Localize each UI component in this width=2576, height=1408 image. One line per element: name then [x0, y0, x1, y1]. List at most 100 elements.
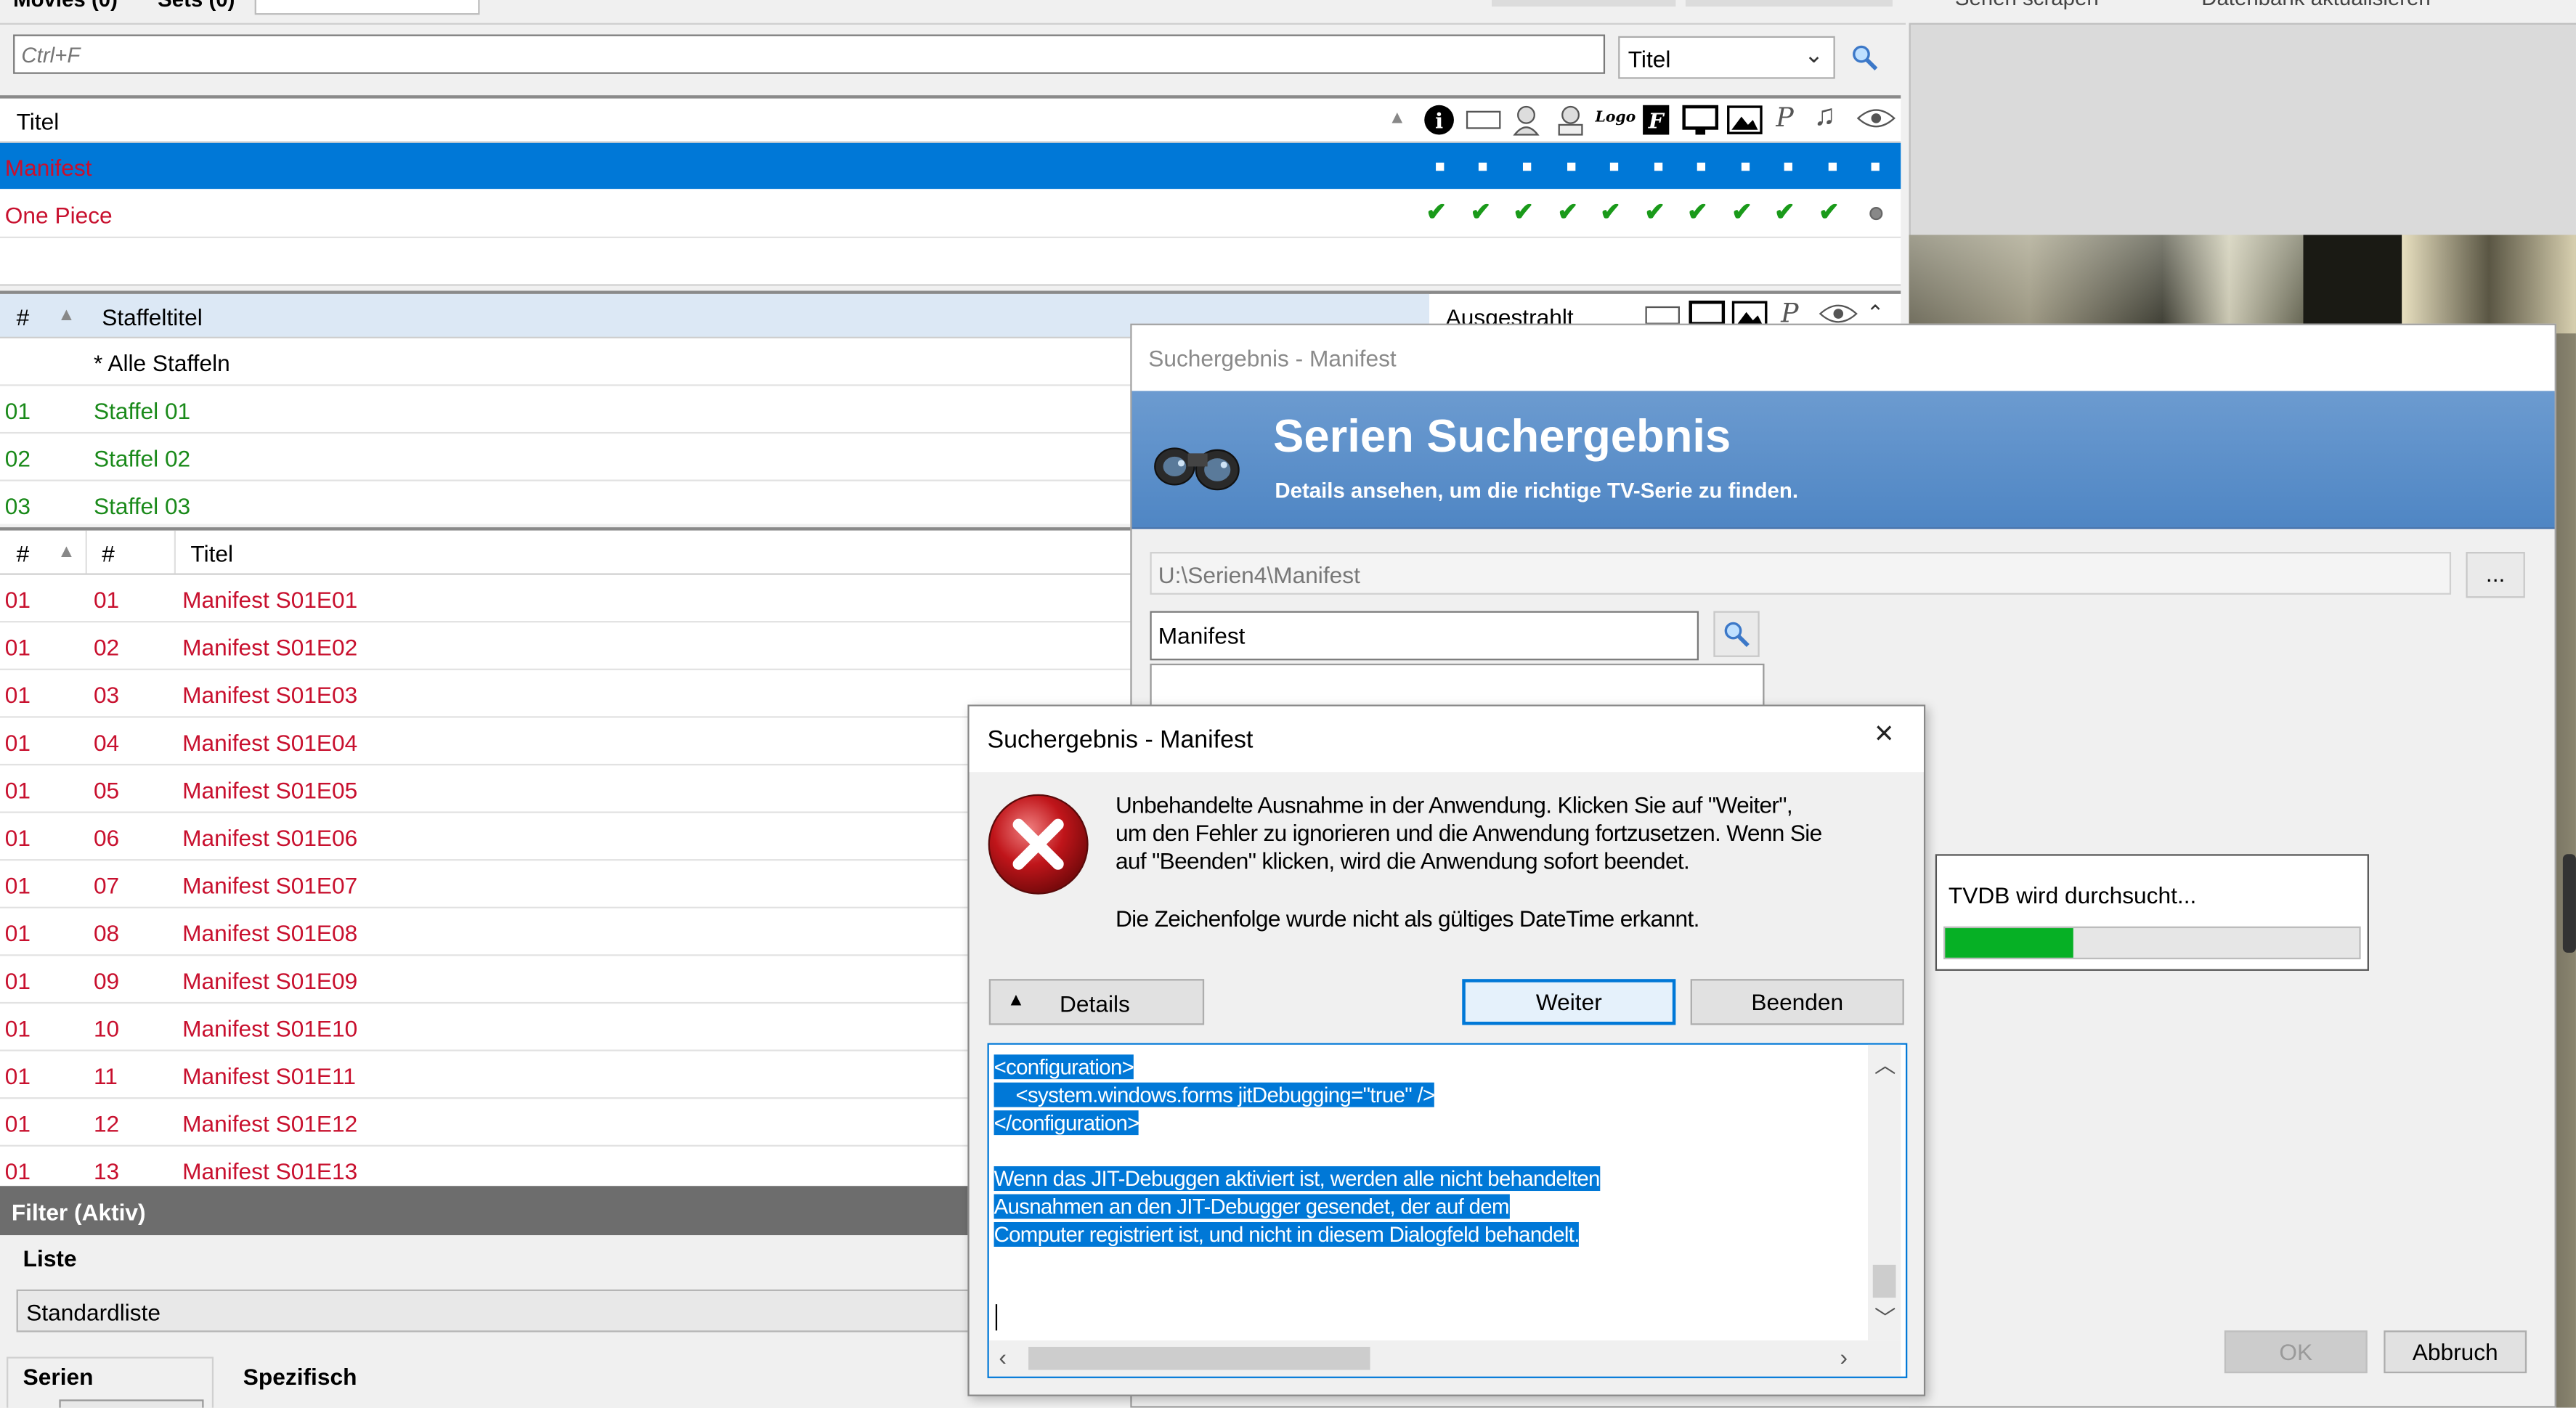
episode-row[interactable]: 01 13 Manifest S01E13 — [0, 1147, 1134, 1189]
info-icon[interactable]: i — [1423, 104, 1455, 137]
vertical-scroll-thumb[interactable] — [1872, 1264, 1896, 1298]
episode-row[interactable]: 01 04 Manifest S01E04 — [0, 718, 1134, 766]
details-text-span: <system.windows.forms jitDebugging="true… — [994, 1082, 1435, 1107]
toolbar-button-b[interactable] — [1685, 0, 1893, 7]
details-textarea[interactable]: <configuration> <system.windows.forms ji… — [987, 1043, 1908, 1378]
search-icon[interactable] — [1851, 44, 1878, 71]
close-icon[interactable]: × — [1874, 716, 1893, 754]
season-col-title[interactable]: Staffeltitel — [102, 304, 203, 330]
season-row-num: 01 — [4, 397, 31, 424]
episode-season: 01 — [4, 634, 31, 661]
fanart-icon[interactable]: F — [1641, 104, 1671, 137]
episode-row[interactable]: 01 10 Manifest S01E10 — [0, 1004, 1134, 1051]
episode-row[interactable]: 01 01 Manifest S01E01 — [0, 575, 1134, 623]
check-icon: ✔ — [1426, 198, 1447, 227]
series-row-manifest[interactable]: Manifest — [0, 142, 1901, 190]
details-text-line: Computer registriert ist, und nicht in d… — [994, 1221, 1600, 1248]
series-row-title: Manifest — [4, 154, 92, 181]
filter-tab-series[interactable]: Serien — [23, 1363, 94, 1390]
details-button[interactable]: ▲ Details — [988, 979, 1205, 1025]
check-icon: ✔ — [1774, 198, 1795, 227]
filter-header[interactable]: Filter (Aktiv) — [0, 1186, 1134, 1236]
quit-button[interactable]: Beenden — [1690, 979, 1904, 1025]
season-row[interactable]: * Alle Staffeln — [0, 338, 1134, 386]
search-window-titlebar[interactable]: Suchergebnis - Manifest — [1131, 325, 2555, 393]
sort-arrow-icon: ▲ — [1388, 108, 1407, 129]
music-icon[interactable]: ♫ — [1813, 99, 1836, 134]
details-text-line: <configuration> — [994, 1053, 1600, 1081]
horizontal-scrollbar[interactable]: ‹ › — [988, 1340, 1901, 1377]
episode-row[interactable]: 01 03 Manifest S01E03 — [0, 670, 1134, 718]
episode-row[interactable]: 01 12 Manifest S01E12 — [0, 1099, 1134, 1147]
search-field-select[interactable]: Titel ⌄ — [1618, 36, 1835, 79]
episode-table: # ▲ # Titel 01 01 Manifest S01E01 01 02 Manif… — [0, 527, 1134, 1189]
filter-mini-select[interactable] — [59, 1399, 204, 1408]
series-row-one-piece[interactable]: One Piece ✔ ✔ ✔ ✔ ✔ ✔ ✔ ✔ ✔ ✔ — [0, 190, 1901, 239]
episode-season: 01 — [4, 919, 31, 946]
horizontal-scroll-thumb[interactable] — [1028, 1346, 1370, 1370]
episode-row[interactable]: 01 08 Manifest S01E08 — [0, 908, 1134, 956]
status-dot — [1436, 162, 1445, 171]
details-text-line: </configuration> — [994, 1109, 1600, 1136]
character-art-icon[interactable] — [1554, 104, 1587, 137]
season-col-num[interactable]: # — [17, 304, 30, 330]
scroll-up-icon[interactable]: ︿ — [1874, 1048, 1896, 1079]
tab-movies[interactable]: Movies (0) — [13, 0, 118, 12]
toolbar-scrape-label[interactable]: Serien scrapen — [1955, 0, 2099, 10]
season-row[interactable]: 03 Staffel 03 — [0, 481, 1134, 524]
episode-row[interactable]: 01 02 Manifest S01E02 — [0, 622, 1134, 670]
error-dialog-titlebar[interactable]: Suchergebnis - Manifest × — [969, 706, 1924, 773]
query-value: Manifest — [1158, 622, 1246, 649]
scroll-right-icon[interactable]: › — [1840, 1343, 1848, 1370]
actor-icon[interactable] — [1511, 104, 1541, 137]
toolbar-button-a[interactable] — [1491, 0, 1676, 7]
episode-table-header[interactable]: # ▲ # Titel — [0, 530, 1134, 575]
series-col-title[interactable]: Titel — [17, 108, 60, 134]
browse-button[interactable]: ... — [2466, 552, 2525, 598]
episode-row[interactable]: 01 05 Manifest S01E05 — [0, 765, 1134, 813]
query-input[interactable]: Manifest — [1150, 611, 1699, 661]
watched-eye-icon[interactable] — [1856, 107, 1896, 130]
collapse-up-icon: ▲ — [1007, 990, 1025, 1011]
episode-row[interactable]: 01 07 Manifest S01E07 — [0, 860, 1134, 908]
unwatched-dot-icon — [1869, 207, 1883, 221]
episode-row[interactable]: 01 06 Manifest S01E06 — [0, 813, 1134, 861]
banner-icon[interactable] — [1466, 108, 1502, 131]
episode-season: 01 — [4, 1110, 31, 1137]
path-value: U:\Serien4\Manifest — [1158, 561, 1360, 588]
episode-col-title[interactable]: Titel — [190, 540, 233, 566]
episode-col-season[interactable]: # — [17, 540, 30, 566]
query-search-button[interactable] — [1713, 611, 1760, 657]
path-field[interactable]: U:\Serien4\Manifest — [1150, 552, 2452, 595]
display-icon[interactable] — [1682, 104, 1719, 137]
image-icon[interactable] — [1726, 104, 1763, 137]
details-text-line — [994, 1136, 1600, 1164]
episode-col-episode[interactable]: # — [102, 540, 115, 566]
filter-list-select[interactable]: Standardliste — [16, 1289, 1002, 1332]
episode-row[interactable]: 01 11 Manifest S01E11 — [0, 1051, 1134, 1099]
tab-sets[interactable]: Sets (0) — [158, 0, 235, 12]
toolbar-db-label[interactable]: Datenbank aktualisieren — [2201, 0, 2431, 10]
continue-button[interactable]: Weiter — [1462, 979, 1676, 1025]
scroll-down-icon[interactable]: ﹀ — [1874, 1301, 1896, 1332]
series-table-header[interactable]: Titel ▲ i Logo F P ♫ — [0, 98, 1901, 143]
top-tab-strip: Movies (0) Sets (0) — [0, 0, 1906, 25]
sort-arrow-icon: ▲ — [57, 305, 76, 325]
vertical-scrollbar[interactable]: ︿ ﹀ — [1868, 1044, 1901, 1340]
cancel-button[interactable]: Abbruch — [2384, 1330, 2527, 1374]
episode-row[interactable]: 01 09 Manifest S01E09 — [0, 956, 1134, 1004]
ok-button[interactable]: OK — [2224, 1330, 2368, 1374]
search-input[interactable] — [13, 34, 1606, 74]
season-row[interactable]: 01 Staffel 01 — [0, 386, 1134, 434]
details-text-span: Wenn das JIT-Debuggen aktiviert ist, wer… — [994, 1166, 1600, 1192]
episode-number: 04 — [93, 729, 120, 756]
episode-title: Manifest S01E03 — [182, 681, 358, 708]
poster-icon[interactable]: P — [1776, 102, 1793, 133]
scroll-left-icon[interactable]: ‹ — [999, 1343, 1007, 1370]
logo-icon[interactable]: Logo — [1595, 110, 1636, 127]
watched-eye-icon[interactable] — [1819, 302, 1858, 325]
filter-tab-specific[interactable]: Spezifisch — [243, 1364, 357, 1390]
tab-strip-dropdown[interactable] — [254, 0, 480, 15]
episode-number: 11 — [93, 1062, 118, 1089]
season-row[interactable]: 02 Staffel 02 — [0, 434, 1134, 481]
